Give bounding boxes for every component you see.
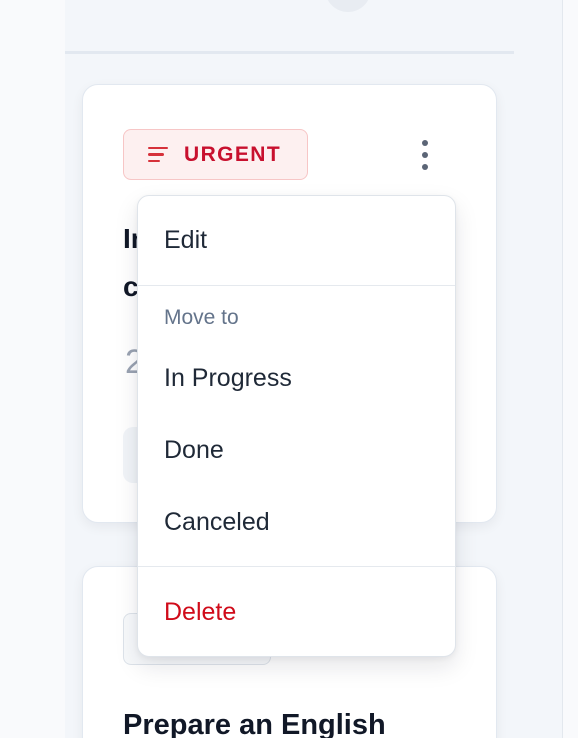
menu-item-edit[interactable]: Edit: [164, 226, 207, 255]
menu-item-done[interactable]: Done: [164, 436, 224, 465]
more-options-icon[interactable]: [407, 134, 443, 176]
menu-item-delete[interactable]: Delete: [164, 598, 236, 627]
task-title-next: Prepare an English: [123, 709, 386, 738]
right-gutter: [563, 0, 578, 738]
menu-separator: [138, 566, 455, 567]
left-gutter: [0, 0, 65, 738]
menu-item-canceled[interactable]: Canceled: [164, 508, 270, 537]
menu-item-in-progress[interactable]: In Progress: [164, 364, 292, 393]
column-divider: [65, 51, 514, 54]
priority-badge: URGENT: [123, 129, 308, 180]
kanban-page: URGENT In c 2 Prepare an English Edit Mo…: [0, 0, 578, 738]
priority-label: URGENT: [184, 142, 282, 166]
priority-lines-icon: [148, 147, 168, 162]
menu-heading-move-to: Move to: [164, 306, 239, 329]
card-options-menu: Edit Move to In Progress Done Canceled D…: [137, 195, 456, 657]
menu-separator: [138, 285, 455, 286]
